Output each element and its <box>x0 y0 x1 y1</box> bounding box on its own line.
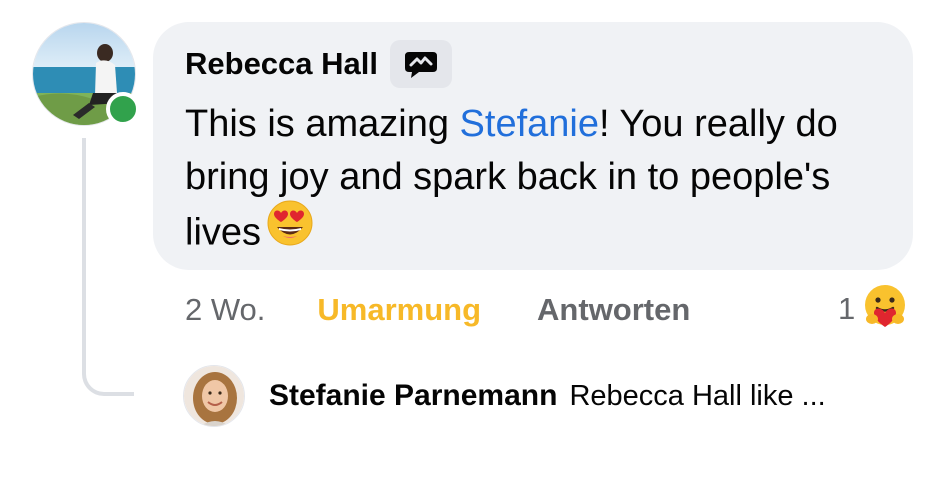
online-status-indicator <box>106 92 140 126</box>
comment-actions: 2 Wo. Umarmung Antworten <box>185 288 690 332</box>
reply-snippet: Rebecca Hall like ... <box>569 379 826 412</box>
reply-button[interactable]: Antworten <box>537 292 690 328</box>
comment-thread: Rebecca Hall This is amazing Stefanie! Y… <box>0 0 943 490</box>
comment-author-name[interactable]: Rebecca Hall <box>185 46 378 82</box>
top-fan-chat-icon[interactable] <box>390 40 452 88</box>
reply-avatar[interactable] <box>183 365 245 427</box>
thread-connector-line <box>82 138 134 396</box>
comment-timestamp[interactable]: 2 Wo. <box>185 292 265 328</box>
mention-link[interactable]: Stefanie <box>460 103 599 145</box>
reaction-count: 1 <box>838 291 856 326</box>
reply-author-name[interactable]: Stefanie Parnemann <box>269 379 557 413</box>
reaction-summary[interactable]: 1 <box>838 284 909 334</box>
care-hug-emoji <box>861 283 909 336</box>
comment-text-start: This is amazing <box>185 103 460 145</box>
comment-header: Rebecca Hall <box>185 40 452 88</box>
heart-eyes-emoji <box>267 200 313 261</box>
reply-preview[interactable]: Stefanie Parnemann Rebecca Hall like ... <box>183 364 826 428</box>
comment-text: This is amazing Stefanie! You really do … <box>185 98 885 265</box>
hug-reaction-button[interactable]: Umarmung <box>317 292 481 328</box>
